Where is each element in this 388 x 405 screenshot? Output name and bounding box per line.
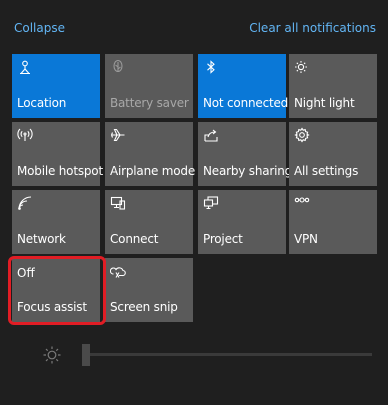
tile-label: Network bbox=[17, 232, 66, 246]
location-icon bbox=[17, 59, 33, 75]
tile-connect[interactable]: Connect bbox=[105, 190, 193, 254]
tile-project[interactable]: Project bbox=[198, 190, 286, 254]
brightness-slider-track[interactable] bbox=[82, 353, 372, 356]
network-icon bbox=[17, 195, 33, 211]
airplane-icon bbox=[110, 127, 126, 143]
screen-snip-icon bbox=[110, 263, 126, 279]
vpn-icon bbox=[294, 195, 310, 211]
clear-all-notifications-link[interactable]: Clear all notifications bbox=[249, 21, 376, 35]
brightness-slider-thumb[interactable] bbox=[82, 344, 90, 366]
tile-label: Mobile hotspot bbox=[17, 164, 103, 178]
tile-nearby-sharing[interactable]: Nearby sharing bbox=[198, 122, 292, 186]
tile-mobile-hotspot[interactable]: Mobile hotspot bbox=[12, 122, 103, 186]
night-light-icon bbox=[294, 59, 310, 75]
tile-network[interactable]: Network bbox=[12, 190, 100, 254]
tile-label: Not connected bbox=[203, 96, 289, 110]
tile-label: Focus assist bbox=[17, 300, 87, 314]
project-icon bbox=[203, 195, 219, 211]
tile-label: Screen snip bbox=[110, 300, 178, 314]
tile-night-light[interactable]: Night light bbox=[289, 54, 377, 118]
tile-airplane-mode[interactable]: Airplane mode bbox=[105, 122, 196, 186]
tile-label: Battery saver bbox=[110, 96, 189, 110]
tile-label: Connect bbox=[110, 232, 159, 246]
brightness-icon bbox=[42, 345, 62, 365]
action-center-header: Collapse Clear all notifications bbox=[0, 0, 388, 50]
tile-vpn[interactable]: VPN bbox=[289, 190, 377, 254]
mobile-hotspot-icon bbox=[17, 127, 33, 143]
tile-focus-assist[interactable]: Off Focus assist bbox=[12, 258, 100, 322]
battery-saver-icon bbox=[110, 59, 126, 75]
tile-label: Project bbox=[203, 232, 243, 246]
tile-label: Nearby sharing bbox=[203, 164, 293, 178]
tile-location[interactable]: Location bbox=[12, 54, 100, 118]
tile-label: Night light bbox=[294, 96, 355, 110]
tile-all-settings[interactable]: All settings bbox=[289, 122, 377, 186]
connect-icon bbox=[110, 195, 126, 211]
tile-label: All settings bbox=[294, 164, 359, 178]
bluetooth-icon bbox=[203, 59, 219, 75]
nearby-sharing-icon bbox=[203, 127, 219, 143]
tile-label: VPN bbox=[294, 232, 318, 246]
tile-label: Location bbox=[17, 96, 67, 110]
tile-screen-snip[interactable]: Screen snip bbox=[105, 258, 193, 322]
gear-icon bbox=[294, 127, 310, 143]
focus-assist-status: Off bbox=[17, 266, 35, 280]
tile-battery-saver[interactable]: Battery saver bbox=[105, 54, 193, 118]
tile-bluetooth[interactable]: Not connected bbox=[198, 54, 289, 118]
collapse-link[interactable]: Collapse bbox=[14, 21, 65, 35]
tile-label: Airplane mode bbox=[110, 164, 196, 178]
